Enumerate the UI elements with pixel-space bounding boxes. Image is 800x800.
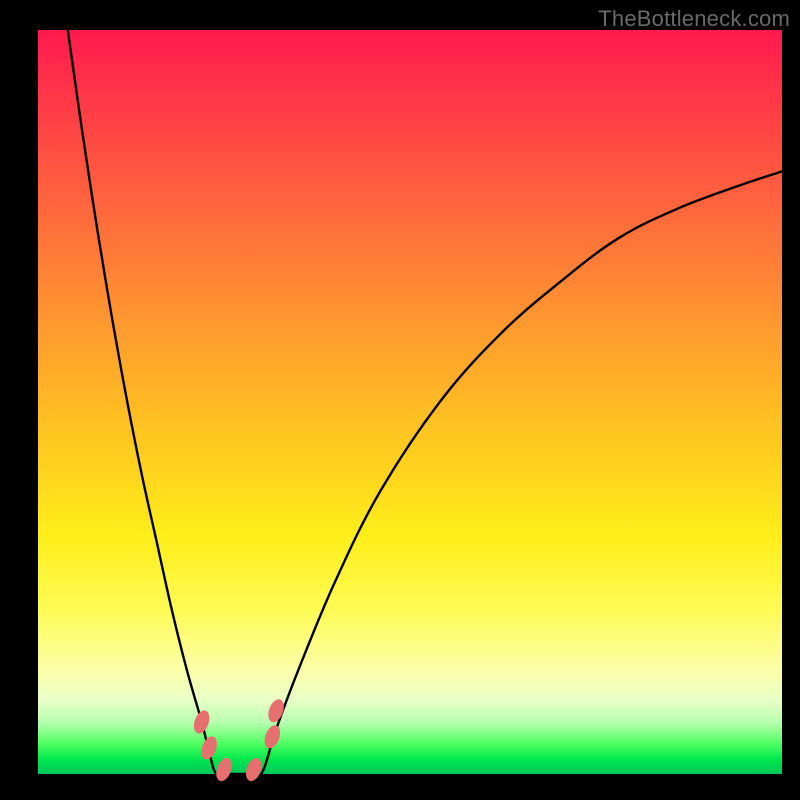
chart-frame: TheBottleneck.com — [0, 0, 800, 800]
bottleneck-line — [68, 30, 782, 778]
curve-marker — [262, 723, 283, 750]
curve-marker — [198, 734, 219, 761]
bottleneck-curve — [38, 30, 782, 774]
watermark-label: TheBottleneck.com — [598, 6, 790, 32]
curve-marker — [243, 756, 264, 783]
plot-area — [38, 30, 782, 774]
curve-marker — [213, 756, 234, 783]
curve-marker — [191, 708, 212, 735]
